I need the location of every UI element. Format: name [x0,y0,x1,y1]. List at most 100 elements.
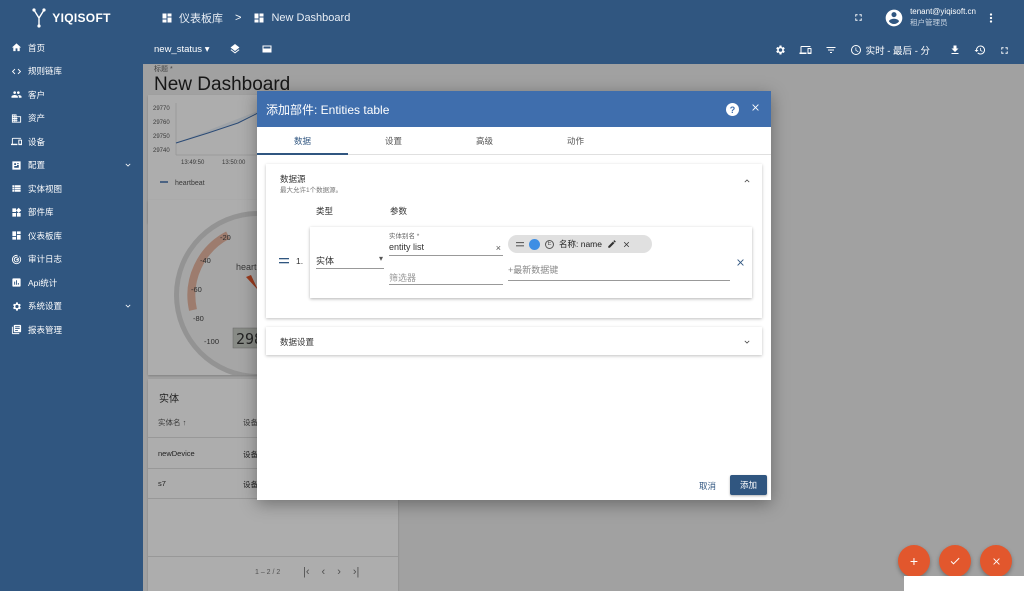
column-header-type: 类型 [316,206,334,216]
white-strip [904,576,1024,591]
user-email: tenant@yiqisoft.cn [910,7,976,16]
remove-chip-icon[interactable] [622,240,631,249]
entity-alias-input[interactable]: entity list × [389,239,503,256]
state-select[interactable]: new_status ▾ [154,44,209,55]
logo-icon [32,8,46,28]
type-select-value: 实体 [316,256,335,266]
save-fab[interactable] [939,545,971,577]
sidebar-item[interactable]: 客户 [0,83,143,107]
data-settings-panel[interactable]: 数据设置 [266,327,762,355]
sidebar-nav: 首页规则链库客户资产设备配置实体视图部件库仪表板库审计日志 Api统计系统设置 报表… [0,36,143,342]
sidebar-item[interactable]: 配置 [0,154,143,178]
type-select[interactable]: 实体 ▾ [316,251,384,269]
caret-down-icon: ▾ [204,43,210,55]
sidebar-item[interactable]: 系统设置 [0,295,143,319]
datasource-row-card: 实体 ▾ 实体别名 * entity list × 筛选器 E 名称: name [310,227,752,298]
filter-input[interactable]: 筛选器 [389,267,503,285]
more-vert-icon[interactable] [986,11,996,25]
close-icon[interactable] [750,102,761,113]
sidebar-item-label: 仪表板库 [28,230,63,241]
data-key-chip[interactable]: E 名称: name [508,235,652,253]
filter-icon[interactable] [825,44,837,56]
breadcrumb: 仪表板库 > New Dashboard [161,10,350,26]
sidebar-item[interactable]: 资产 [0,107,143,131]
active-tab-indicator [257,153,348,155]
sidebar-item-label: 客户 [28,89,46,100]
add-widget-fab[interactable]: + [898,545,930,577]
devices-icon[interactable] [799,44,812,56]
latest-key-input[interactable]: +最新数据键 [508,257,730,281]
tab-advanced[interactable]: 高级 [439,127,530,154]
sidebar-item-label: 实体视图 [28,183,63,194]
report-icon [10,324,22,336]
track-changes-icon [10,253,22,265]
cancel-button[interactable]: 取消 [699,480,716,492]
breadcrumb-current: New Dashboard [271,12,351,24]
sidebar-item-label: 部件库 [28,207,54,218]
entity-alias-value: entity list [389,242,425,252]
state-select-value: new_status [154,43,203,55]
sidebar-item[interactable]: 报表管理 [0,318,143,342]
edit-icon[interactable] [607,239,617,249]
code-icon [10,65,22,77]
help-icon[interactable]: ? [726,103,739,116]
bar-chart-icon [10,277,22,289]
add-button[interactable]: 添加 [730,475,767,495]
sidebar-item-label: Api统计 [28,277,58,288]
tab-data[interactable]: 数据 [257,127,348,154]
sidebar-item[interactable]: 审计日志 [0,248,143,272]
timewindow-label: 实时 - 最后 - 分 [865,46,930,57]
sidebar-item[interactable]: 设备 [0,130,143,154]
sidebar-item-label: 资产 [28,113,46,124]
gear-icon[interactable] [774,44,786,56]
chevron-down-icon[interactable] [742,337,752,347]
clear-icon[interactable]: × [496,243,501,253]
close-icon [992,557,1000,565]
sidebar-item[interactable]: 仪表板库 [0,224,143,248]
chip-label: 名称: name [559,239,602,249]
check-icon [950,557,960,565]
fullscreen-icon[interactable] [853,12,864,23]
remove-datasource-icon[interactable] [735,257,746,268]
avatar[interactable] [884,8,904,28]
sidebar-item-label: 审计日志 [28,254,63,265]
entity-field-icon: E [545,239,554,249]
sidebar-item[interactable]: 首页 [0,36,143,60]
view-list-icon [10,183,22,195]
sidebar-item-label: 配置 [28,160,46,171]
layout-icon[interactable] [261,43,273,55]
sidebar-item[interactable]: Api统计 [0,271,143,295]
dashboard-icon [253,12,265,24]
filter-placeholder: 筛选器 [389,273,417,283]
dashboard-icon [161,12,173,24]
domain-icon [10,112,22,124]
brand-name: YIQISOFT [52,11,111,25]
datasources-subtitle: 最大允许1个数据源。 [280,187,343,194]
sidebar-item[interactable]: 规则链库 [0,60,143,84]
widgets-icon [10,206,22,218]
gear-icon [10,300,22,312]
dialog-tabs: 数据 设置 高级 动作 [257,127,771,155]
sidebar-item[interactable]: 实体视图 [0,177,143,201]
breadcrumb-root[interactable]: 仪表板库 [179,10,223,26]
layers-icon[interactable] [229,43,241,55]
chevron-up-icon[interactable] [742,176,752,186]
key-color-dot[interactable] [529,238,540,250]
chevron-down-icon [123,160,133,172]
history-icon[interactable] [974,44,986,56]
dialog-title: 添加部件: Entities table [266,102,390,117]
tab-settings[interactable]: 设置 [348,127,439,154]
dashboard-icon [10,230,22,242]
download-icon[interactable] [949,44,961,56]
tab-actions[interactable]: 动作 [530,127,621,154]
drag-handle-icon[interactable] [279,258,289,264]
timewindow-button[interactable]: 实时 - 最后 - 分 [850,43,930,57]
user-role: 租户管理员 [910,18,948,27]
discard-fab[interactable] [980,545,1012,577]
drag-handle-icon[interactable] [516,241,524,247]
fullscreen-icon[interactable] [999,45,1010,56]
brand-logo[interactable]: YIQISOFT [0,0,143,36]
sidebar-item-label: 首页 [28,42,46,53]
column-header-params: 参数 [390,206,408,216]
sidebar-item[interactable]: 部件库 [0,201,143,225]
